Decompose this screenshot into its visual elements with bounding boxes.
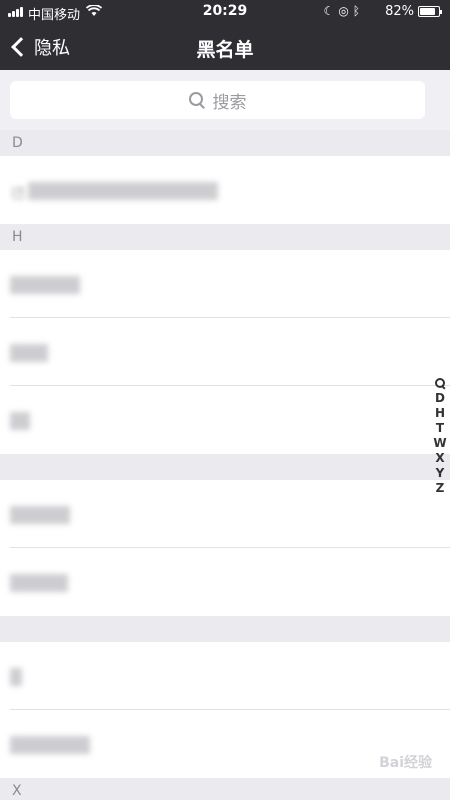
search-input[interactable]: 搜索: [10, 81, 425, 119]
moon-icon: ☾: [323, 4, 339, 18]
blurred-name: [10, 344, 48, 362]
section-header-x: X: [0, 778, 450, 800]
index-letter[interactable]: X: [435, 451, 444, 466]
top-bar: 中国移动 20:29 ☾◎ᛒ 82% 隐私 黑名单: [0, 0, 450, 70]
blurred-name: [10, 412, 30, 430]
index-letter[interactable]: T: [436, 421, 444, 436]
section-index-bar[interactable]: D H T W X Y Z: [432, 376, 448, 496]
bluetooth-icon: ᛒ: [352, 4, 364, 18]
index-letter[interactable]: H: [435, 406, 445, 421]
status-icons: ☾◎ᛒ: [324, 4, 364, 18]
blurred-name: [10, 668, 22, 686]
blurred-name: [10, 506, 70, 524]
battery-fill: [420, 8, 435, 15]
blacklist-list: D 德 H X: [0, 130, 450, 800]
index-letter[interactable]: Z: [436, 481, 445, 496]
list-item[interactable]: [0, 386, 450, 454]
battery-icon: [418, 6, 442, 17]
section-header-h: H: [0, 224, 450, 250]
list-item[interactable]: [0, 548, 450, 616]
section-header-d: D: [0, 130, 450, 156]
blurred-name: [10, 574, 68, 592]
list-item[interactable]: [0, 480, 450, 548]
search-placeholder: 搜索: [212, 92, 247, 113]
section-header: [0, 454, 450, 480]
clock: 20:29: [202, 3, 248, 19]
search-icon: [188, 92, 205, 108]
blurred-name: [10, 736, 90, 754]
orientation-lock-icon: ◎: [338, 4, 353, 18]
navigation-bar: 隐私 黑名单: [0, 24, 450, 70]
index-letter[interactable]: Y: [436, 466, 445, 481]
index-search-icon[interactable]: [435, 378, 445, 388]
list-item[interactable]: [0, 642, 450, 710]
list-item[interactable]: [0, 318, 450, 386]
search-area: 搜索: [0, 70, 450, 130]
list-item[interactable]: 德: [0, 156, 450, 224]
blurred-name: [10, 276, 80, 294]
page-title: 黑名单: [196, 39, 254, 61]
blurred-name: [28, 182, 218, 200]
contact-name: 德: [10, 184, 27, 203]
section-header: [0, 616, 450, 642]
status-bar: 中国移动 20:29 ☾◎ᛒ 82%: [0, 0, 450, 24]
battery-percentage: 82%: [385, 4, 414, 19]
index-letter[interactable]: W: [433, 436, 446, 451]
index-letter[interactable]: D: [435, 391, 445, 406]
watermark: Bai经验: [379, 755, 432, 771]
list-item[interactable]: [0, 250, 450, 318]
